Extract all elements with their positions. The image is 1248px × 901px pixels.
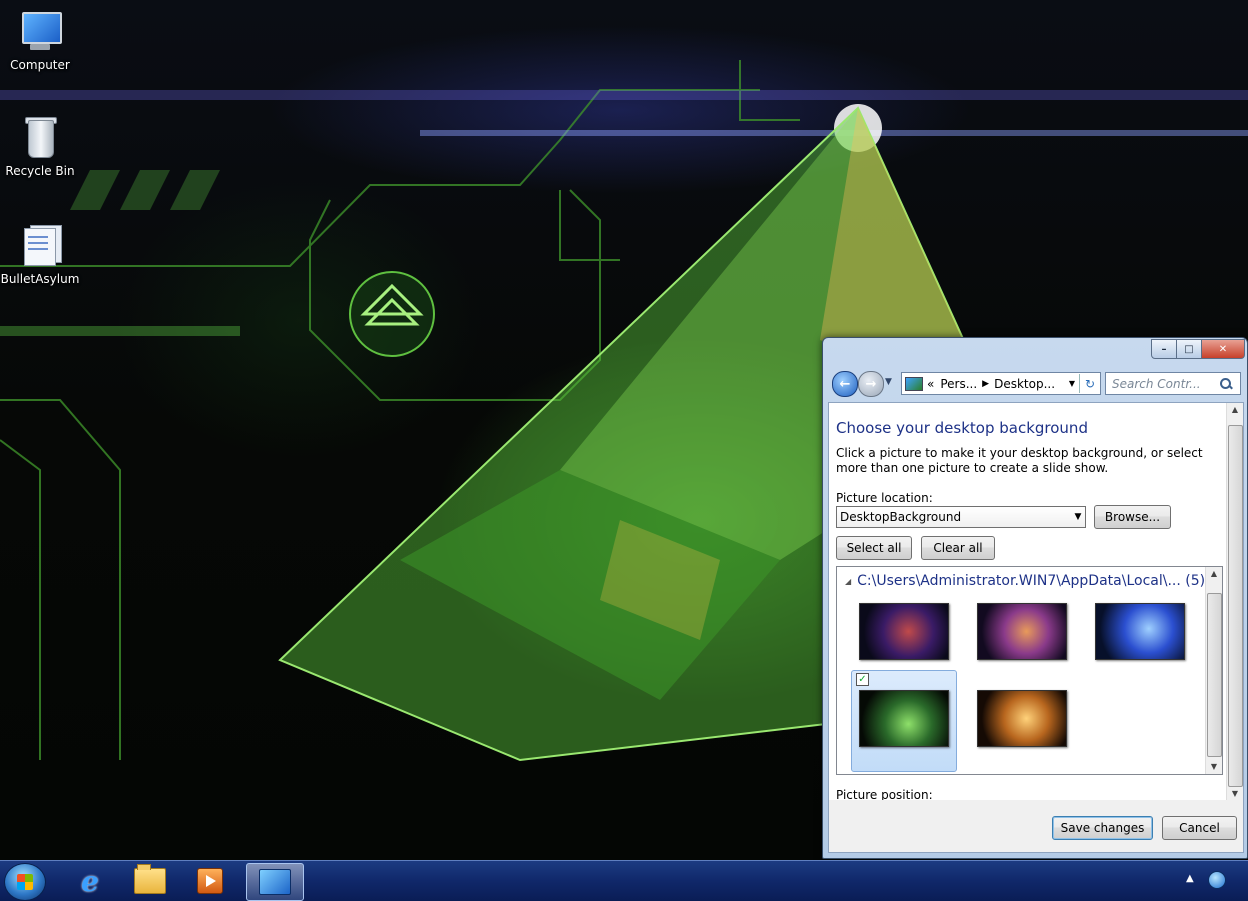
media-player-icon xyxy=(197,868,223,894)
thumbnail-wallpaper-2[interactable] xyxy=(970,584,1074,684)
taskbar: e ▲ xyxy=(0,860,1248,901)
save-changes-button[interactable]: Save changes xyxy=(1052,816,1153,840)
breadcrumb-desktop-background[interactable]: Desktop... xyxy=(994,377,1055,391)
scroll-up-icon[interactable]: ▲ xyxy=(1227,403,1243,417)
desktop-icon-computer[interactable]: Computer xyxy=(0,8,80,72)
content-pane: Choose your desktop background Click a p… xyxy=(828,402,1244,802)
back-button[interactable]: ← xyxy=(832,371,858,397)
picture-location-value: DesktopBackground xyxy=(840,510,962,524)
network-icon[interactable] xyxy=(1208,871,1226,889)
scroll-up-icon[interactable]: ▲ xyxy=(1206,567,1222,581)
computer-icon xyxy=(16,8,64,56)
thumbnail-checkbox[interactable]: ✓ xyxy=(856,673,869,686)
wallpaper-thumbnail-image xyxy=(1095,603,1185,660)
recent-pages-chevron-icon[interactable]: ▼ xyxy=(885,377,892,387)
control-panel-icon xyxy=(259,869,291,895)
caption-buttons: – □ ✕ xyxy=(1151,339,1245,359)
wallpaper-thumbnail-image xyxy=(977,690,1067,747)
taskbar-control-panel[interactable] xyxy=(246,863,304,901)
gallery-scroll-thumb[interactable] xyxy=(1207,593,1222,757)
search-icon[interactable] xyxy=(1220,377,1232,390)
content-scroll-thumb[interactable] xyxy=(1228,425,1243,787)
breadcrumb-personalization[interactable]: Pers... xyxy=(940,377,977,391)
desktop-icon-label: Recycle Bin xyxy=(5,164,75,178)
scroll-down-icon[interactable]: ▼ xyxy=(1206,760,1222,774)
page-description: Click a picture to make it your desktop … xyxy=(836,446,1203,475)
desktop-icon-recycle-bin[interactable]: Recycle Bin xyxy=(0,114,80,178)
select-all-button[interactable]: Select all xyxy=(836,536,912,560)
search-input[interactable]: Search Contr... xyxy=(1106,377,1216,391)
search-box[interactable]: Search Contr... xyxy=(1105,372,1241,395)
cancel-button[interactable]: Cancel xyxy=(1162,816,1237,840)
content-scrollbar[interactable]: ▲ ▼ xyxy=(1226,403,1243,801)
taskbar-internet-explorer[interactable]: e xyxy=(62,863,118,899)
gallery-scrollbar[interactable]: ▲ ▼ xyxy=(1205,567,1222,774)
desktop-icon-label: BulletAsylum xyxy=(0,272,80,286)
forward-button[interactable]: → xyxy=(858,371,884,397)
navigation-bar: ← → ▼ « Pers... ▶ Desktop... ▼ ↻ Search … xyxy=(829,369,1241,397)
breadcrumb-separator-icon: ▶ xyxy=(982,378,990,389)
wallpaper-thumbnail-image xyxy=(977,603,1067,660)
picture-location-label: Picture location: xyxy=(836,491,933,505)
address-prefix: « xyxy=(927,376,935,391)
desktop-background-window: – □ ✕ ← → ▼ « Pers... ▶ Desktop... ▼ ↻ S… xyxy=(822,337,1248,859)
control-panel-icon xyxy=(905,376,923,391)
show-hidden-icons-icon[interactable]: ▲ xyxy=(1186,873,1194,884)
desktop-icon-label: Computer xyxy=(10,58,70,72)
collapse-triangle-icon[interactable]: ◢ xyxy=(845,577,851,586)
refresh-icon[interactable]: ↻ xyxy=(1079,374,1100,393)
internet-explorer-icon: e xyxy=(81,864,99,898)
close-button[interactable]: ✕ xyxy=(1202,339,1245,359)
taskbar-media-player[interactable] xyxy=(182,863,238,899)
chevron-down-icon[interactable]: ▼ xyxy=(1068,512,1085,522)
thumbnail-wallpaper-3[interactable] xyxy=(1088,584,1192,684)
minimize-button[interactable]: – xyxy=(1151,339,1177,359)
recycle-bin-icon xyxy=(16,114,64,162)
wallpaper-thumbnail-image xyxy=(859,603,949,660)
thumbnail-wallpaper-4[interactable]: ✓ xyxy=(851,670,957,772)
dialog-footer: Save changes Cancel xyxy=(828,800,1244,853)
windows-logo-icon xyxy=(17,874,33,890)
scroll-down-icon[interactable]: ▼ xyxy=(1227,787,1243,801)
maximize-button[interactable]: □ xyxy=(1177,339,1202,359)
document-icon xyxy=(16,222,64,270)
address-dropdown-icon[interactable]: ▼ xyxy=(1065,379,1079,388)
desktop-icon-bulletasylum[interactable]: BulletAsylum xyxy=(0,222,80,286)
picture-location-select[interactable]: DesktopBackground ▼ xyxy=(836,506,1086,528)
taskbar-windows-explorer[interactable] xyxy=(122,863,178,899)
thumbnail-wallpaper-5[interactable] xyxy=(970,671,1074,771)
address-bar[interactable]: « Pers... ▶ Desktop... ▼ ↻ xyxy=(901,372,1101,395)
page-title: Choose your desktop background xyxy=(836,419,1088,437)
browse-button[interactable]: Browse... xyxy=(1094,505,1171,529)
thumbnail-wallpaper-1[interactable] xyxy=(852,584,956,684)
wallpaper-thumbnail-image xyxy=(859,690,949,747)
clear-all-button[interactable]: Clear all xyxy=(921,536,995,560)
folder-icon xyxy=(134,864,166,894)
start-button[interactable] xyxy=(4,863,46,901)
picture-gallery: ◢ C:\Users\Administrator.WIN7\AppData\Loc… xyxy=(836,566,1223,775)
